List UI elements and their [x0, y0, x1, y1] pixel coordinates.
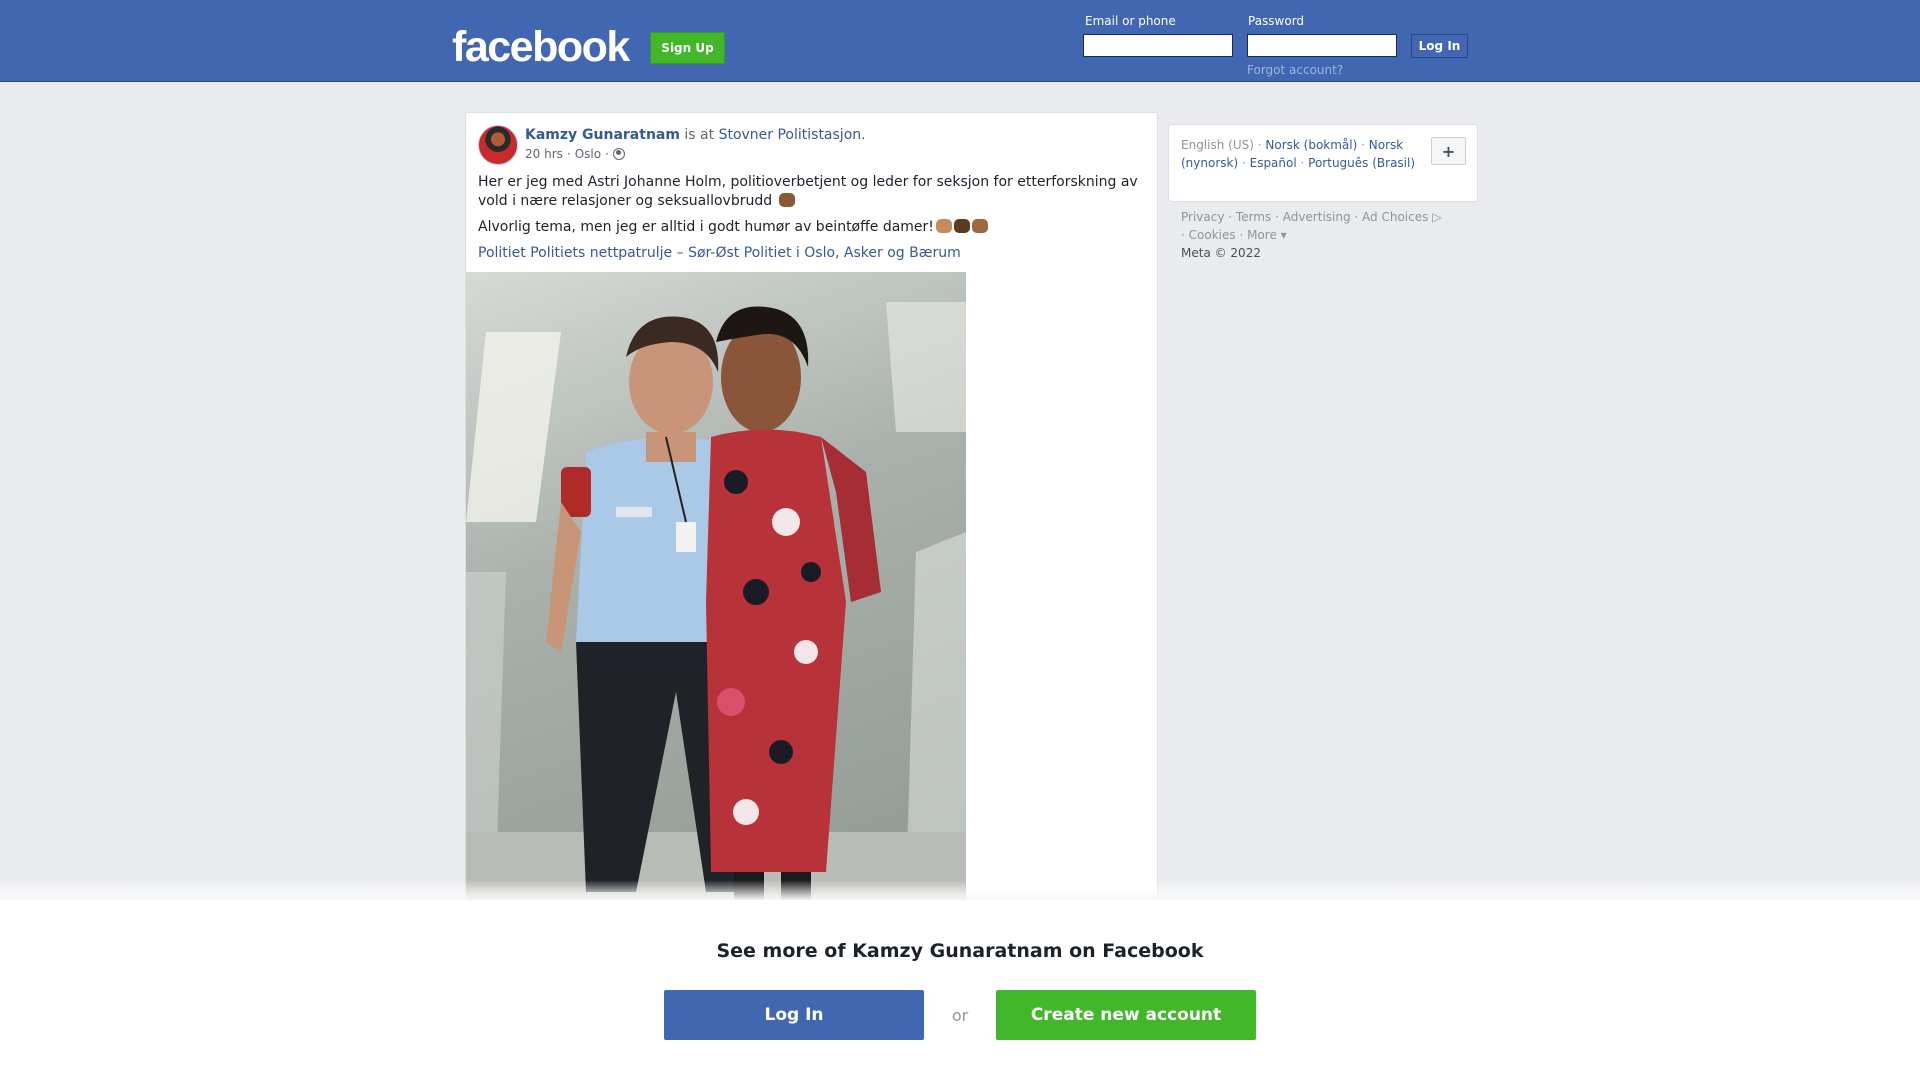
- ad-choices-icon: ▷: [1432, 210, 1442, 224]
- post-text-1: Her er jeg med Astri Johanne Holm, polit…: [478, 174, 1138, 209]
- login-button[interactable]: Log In: [1411, 34, 1468, 58]
- email-label: Email or phone: [1085, 14, 1176, 28]
- overlay-or-text: or: [951, 1005, 969, 1025]
- email-field[interactable]: [1083, 34, 1233, 57]
- tagged-page-link[interactable]: Politiet Politiets nettpatrulje – Sør-Øs…: [478, 244, 1148, 263]
- ad-choices-link[interactable]: Ad Choices: [1362, 210, 1428, 224]
- more-link[interactable]: More: [1247, 228, 1277, 242]
- photo-illustration: [466, 302, 966, 937]
- post-location: Oslo: [574, 147, 602, 161]
- post-body: Her er jeg med Astri Johanne Holm, polit…: [478, 173, 1148, 263]
- login-prompt-overlay: See more of Kamzy Gunaratnam on Facebook…: [0, 900, 1920, 1080]
- post-paragraph-2: Alvorlig tema, men jeg er alltid i godt …: [478, 218, 1148, 237]
- forgot-account-link[interactable]: Forgot account?: [1247, 63, 1343, 77]
- copyright: Meta © 2022: [1181, 246, 1261, 260]
- globe-icon: [612, 148, 625, 160]
- footer-links: Privacy · Terms · Advertising · Ad Choic…: [1181, 210, 1442, 260]
- overlay-fade: [0, 880, 1920, 900]
- post-paragraph-1: Her er jeg med Astri Johanne Holm, polit…: [478, 173, 1148, 211]
- raised-fist-emoji-icon: [935, 219, 952, 233]
- privacy-link[interactable]: Privacy: [1181, 210, 1224, 224]
- terms-link[interactable]: Terms: [1236, 210, 1271, 224]
- language-option[interactable]: Português (Brasil): [1308, 156, 1415, 170]
- caret-down-icon: ▾: [1280, 228, 1287, 242]
- language-current: English (US): [1181, 138, 1254, 152]
- signup-button[interactable]: Sign Up: [650, 32, 725, 64]
- post-time[interactable]: 20 hrs: [525, 147, 563, 161]
- more-languages-button[interactable]: +: [1431, 137, 1466, 165]
- overlay-login-button[interactable]: Log In: [664, 990, 924, 1040]
- language-selector: English (US) · Norsk (bokmål) · Norsk (n…: [1168, 124, 1478, 202]
- raised-fist-emoji-icon: [953, 219, 970, 233]
- author-name-link[interactable]: Kamzy Gunaratnam: [525, 127, 680, 143]
- place-link[interactable]: Stovner Politistasjon.: [719, 127, 866, 143]
- separator: ·: [605, 147, 609, 161]
- raised-fist-emoji-icon: [778, 193, 795, 207]
- raised-fist-emoji-icon: [971, 219, 988, 233]
- is-at-text: is at: [679, 127, 719, 143]
- language-list: English (US) · Norsk (bokmål) · Norsk (n…: [1181, 138, 1416, 170]
- facebook-logo[interactable]: facebook: [452, 24, 630, 70]
- advertising-link[interactable]: Advertising: [1283, 210, 1351, 224]
- password-field[interactable]: [1247, 34, 1397, 57]
- top-navbar: facebook Sign Up Email or phone Password…: [0, 0, 1920, 82]
- cookies-link[interactable]: Cookies: [1189, 228, 1236, 242]
- language-option[interactable]: Español: [1250, 156, 1297, 170]
- password-label: Password: [1248, 14, 1305, 28]
- create-account-button[interactable]: Create new account: [996, 990, 1256, 1040]
- post-header: Kamzy Gunaratnam is at Stovner Politista…: [525, 127, 866, 143]
- post-text-2: Alvorlig tema, men jeg er alltid i godt …: [478, 219, 934, 235]
- language-option[interactable]: Norsk (bokmål): [1265, 138, 1357, 152]
- author-avatar[interactable]: [478, 125, 518, 165]
- overlay-title: See more of Kamzy Gunaratnam on Facebook: [716, 940, 1204, 962]
- post-meta: 20 hrs · Oslo ·: [525, 147, 625, 161]
- post-photo[interactable]: [466, 272, 966, 937]
- separator: ·: [566, 147, 571, 161]
